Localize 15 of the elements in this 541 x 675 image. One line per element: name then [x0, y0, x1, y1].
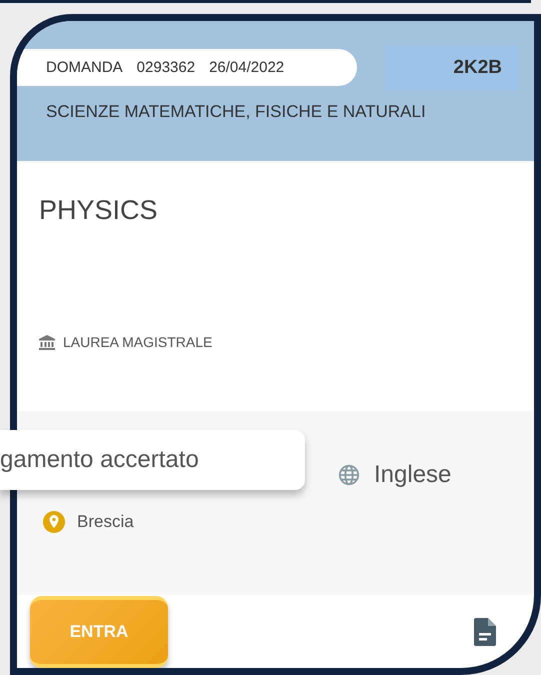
- application-label: DOMANDA: [46, 59, 123, 76]
- language: Inglese: [374, 461, 452, 489]
- faculty-name: SCIENZE MATEMATICHE, FISICHE E NATURALI: [46, 102, 427, 122]
- course-title: PHYSICS: [39, 195, 159, 226]
- application-number: 0293362: [136, 59, 196, 76]
- tooltip: gamento accertato: [0, 430, 305, 490]
- city: Brescia: [77, 512, 134, 532]
- location-pin-icon: [43, 511, 65, 533]
- application-date: 26/04/2022: [209, 59, 284, 76]
- degree-type: LAUREA MAGISTRALE: [63, 334, 212, 350]
- institution-icon: [39, 334, 55, 350]
- document-icon[interactable]: [474, 618, 496, 646]
- globe-icon: [338, 464, 360, 486]
- course-code: 2K2B: [385, 45, 518, 90]
- enter-button[interactable]: ENTRA: [30, 596, 168, 668]
